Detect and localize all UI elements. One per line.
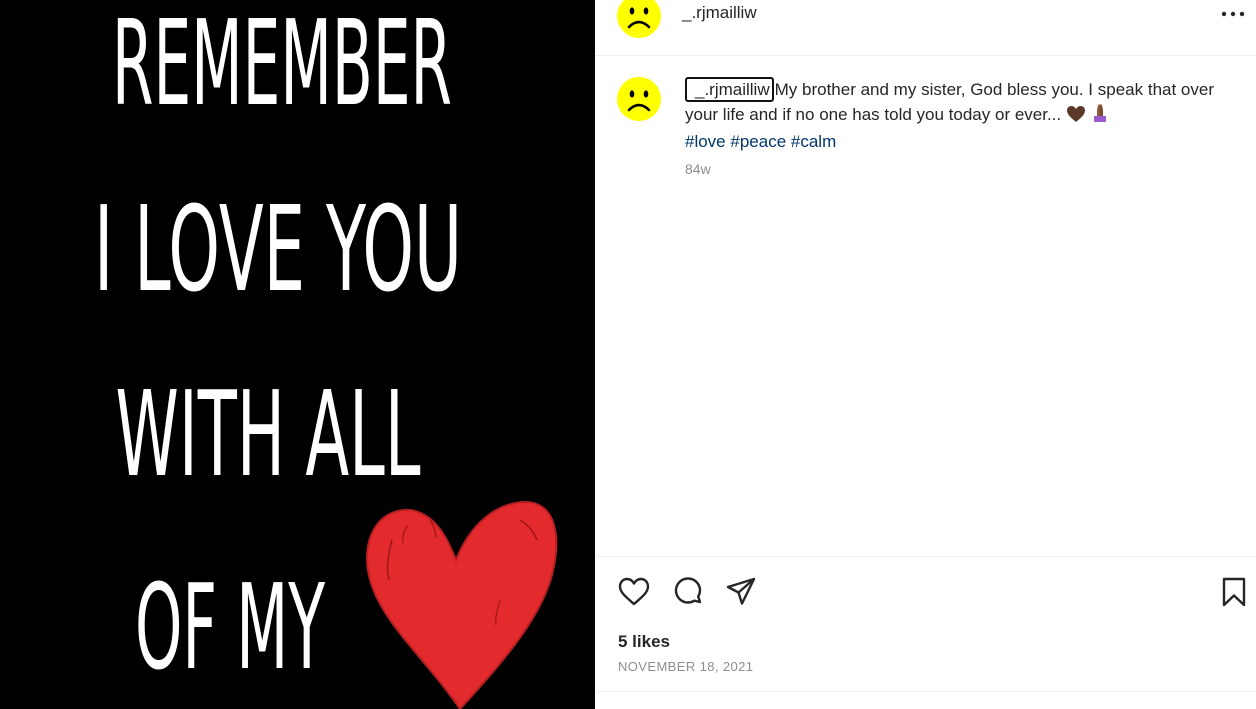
header-divider [595, 55, 1256, 56]
brown-heart-icon [1066, 105, 1086, 131]
caption-username[interactable]: _.rjmailliw [685, 77, 774, 102]
more-options-button[interactable] [1215, 0, 1251, 28]
hashtag-love[interactable]: #love [685, 132, 726, 151]
frowning-face-icon [617, 0, 661, 38]
caption-age[interactable]: 84w [685, 161, 711, 177]
hashtag-calm[interactable]: #calm [791, 132, 836, 151]
footer-divider [595, 691, 1256, 692]
post-image-graphic: REMEMBER I LOVE YOU WITH ALL OF MY [0, 0, 595, 709]
caption: _.rjmailliw My brother and my sister, God… [685, 77, 1230, 155]
likes-count[interactable]: 5 likes [618, 632, 670, 652]
post-date[interactable]: NOVEMBER 18, 2021 [618, 659, 753, 674]
comment-button[interactable] [671, 575, 705, 609]
praying-hands-icon [1091, 103, 1109, 131]
frowning-face-icon [617, 77, 661, 121]
image-text-line-1: REMEMBER [112, 0, 452, 132]
actions-divider [595, 556, 1256, 557]
image-text-line-2: I LOVE YOU [94, 180, 462, 318]
hashtag-list: #love #peace #calm [685, 130, 1230, 155]
save-button[interactable] [1217, 575, 1251, 609]
post-side-panel: _.rjmailliw _.rjmailliw My brother and my… [595, 0, 1256, 709]
bookmark-icon [1222, 577, 1246, 607]
like-button[interactable] [617, 575, 651, 609]
heart-outline-icon [618, 577, 650, 606]
share-button[interactable] [724, 575, 758, 609]
caption-avatar[interactable] [617, 77, 661, 121]
hashtag-peace[interactable]: #peace [730, 132, 786, 151]
image-text-line-4: OF MY [135, 558, 325, 696]
header-avatar[interactable] [617, 0, 661, 38]
post-view: REMEMBER I LOVE YOU WITH ALL OF MY _.rjm… [0, 0, 1256, 709]
comment-icon [674, 577, 702, 604]
more-options-icon [1221, 11, 1245, 17]
send-icon [726, 577, 756, 605]
header-username[interactable]: _.rjmailliw [682, 3, 757, 23]
post-image[interactable]: REMEMBER I LOVE YOU WITH ALL OF MY [0, 0, 595, 709]
image-text-line-3: WITH ALL [116, 365, 421, 503]
